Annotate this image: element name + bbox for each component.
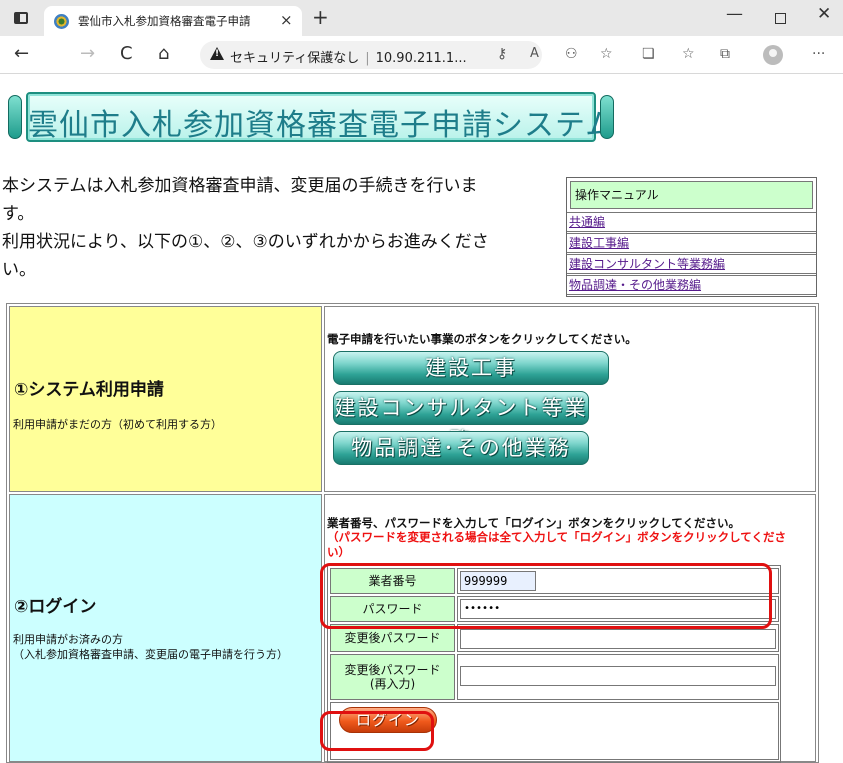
window-maximize-button[interactable] bbox=[775, 13, 786, 24]
section2-warning: （パスワードを変更される場合は全て入力して「ログイン」ボタンをクリックしてくださ… bbox=[327, 530, 786, 559]
favorites-icon[interactable]: ☆ bbox=[682, 46, 695, 62]
vendor-number-input[interactable]: 999999 bbox=[460, 571, 536, 591]
new-password-confirm-row: 変更後パスワード (再入力) bbox=[330, 654, 779, 700]
more-menu-icon[interactable]: ··· bbox=[812, 46, 825, 62]
site-favicon-icon bbox=[54, 14, 69, 29]
password-row: パスワード •••••• bbox=[330, 596, 779, 622]
security-status[interactable]: セキュリティ保護なし bbox=[230, 51, 359, 66]
page-content: 雲仙市入札参加資格審査電子申請システム 本システムは入札参加資格審査申請、変更届… bbox=[0, 75, 843, 763]
profile-avatar[interactable] bbox=[763, 45, 783, 65]
section1-instruction: 電子申請を行いたい事業のボタンをクリックしてください。 bbox=[327, 332, 637, 346]
browser-tab-bar: 雲仙市入札参加資格審査電子申請 × + — ✕ bbox=[0, 0, 843, 36]
main-table: ①システム利用申請 利用申請がまだの方（初めて利用する方） 電子申請を行いたい事… bbox=[6, 303, 819, 763]
section2-instruction: 業者番号、パスワードを入力して「ログイン」ボタンをクリックしてください。 bbox=[327, 516, 740, 530]
intro-text: 本システムは入札参加資格審査申請、変更届の手続きを行いま す。 利用状況により、… bbox=[2, 176, 489, 280]
back-button[interactable]: ← bbox=[14, 43, 29, 65]
vendor-number-label: 業者番号 bbox=[330, 568, 455, 594]
section2-desc-2: （入札参加資格審査申請、変更届の電子申請を行う方） bbox=[13, 648, 288, 661]
apply-consultant-button[interactable]: 建設コンサルタント等業務 bbox=[333, 391, 589, 452]
manual-link-construction[interactable]: 建設工事編 bbox=[567, 233, 816, 253]
manual-link-goods[interactable]: 物品調達・その他業務編 bbox=[567, 275, 816, 295]
tab-close-icon[interactable]: × bbox=[280, 11, 293, 29]
apply-construction-button[interactable]: 建設工事 bbox=[333, 351, 609, 385]
window-close-button[interactable]: ✕ bbox=[817, 4, 831, 24]
window-minimize-button[interactable]: — bbox=[726, 4, 743, 24]
section2-desc-1: 利用申請がお済みの方 bbox=[13, 633, 123, 646]
page-title: 雲仙市入札参加資格審査電子申請システム bbox=[28, 108, 617, 143]
section1-title: ①システム利用申請 bbox=[14, 380, 164, 400]
forward-button[interactable]: → bbox=[80, 43, 95, 65]
reload-button[interactable]: C bbox=[120, 43, 133, 65]
vendor-number-row: 業者番号 999999 bbox=[330, 568, 779, 594]
new-password-row: 変更後パスワード bbox=[330, 624, 779, 652]
section1-desc: 利用申請がまだの方（初めて利用する方） bbox=[13, 418, 222, 431]
apply-goods-button[interactable]: 物品調達･その他業務 bbox=[333, 431, 589, 465]
manual-link-consultant[interactable]: 建設コンサルタント等業務編 bbox=[567, 254, 816, 274]
read-aloud-icon[interactable]: A bbox=[530, 46, 539, 61]
favorites-add-icon[interactable]: ☆ bbox=[600, 46, 613, 62]
home-button[interactable]: ⌂ bbox=[158, 43, 169, 65]
manual-box: 操作マニュアル 共通編 建設工事編 建設コンサルタント等業務編 物品調達・その他… bbox=[566, 177, 817, 297]
new-password-confirm-label: 変更後パスワード (再入力) bbox=[330, 654, 455, 700]
new-password-input[interactable] bbox=[460, 629, 776, 649]
address-bar[interactable]: セキュリティ保護なし|10.90.211.1... bbox=[200, 41, 542, 69]
section1-label-cell: ①システム利用申請 利用申請がまだの方（初めて利用する方） bbox=[9, 306, 322, 492]
new-password-confirm-input[interactable] bbox=[460, 666, 776, 686]
login-button-row: ログイン bbox=[330, 702, 779, 760]
key-icon[interactable]: ⚷ bbox=[497, 46, 507, 62]
new-tab-button[interactable]: + bbox=[312, 5, 329, 29]
manual-link-common[interactable]: 共通編 bbox=[567, 212, 816, 232]
browser-toolbar: ← → C ⌂ セキュリティ保護なし|10.90.211.1... ⚷ A ⚇ … bbox=[0, 36, 843, 74]
url-text[interactable]: 10.90.211.1... bbox=[376, 51, 467, 66]
extensions-icon[interactable]: ❏ bbox=[642, 46, 655, 62]
login-button[interactable]: ログイン bbox=[339, 707, 437, 733]
browser-tab[interactable]: 雲仙市入札参加資格審査電子申請 × bbox=[44, 6, 302, 36]
login-form: 業者番号 999999 パスワード •••••• 変更後パスワード 変更後パスワ… bbox=[327, 565, 781, 763]
profile-switch-icon[interactable]: ⚇ bbox=[565, 46, 578, 62]
tab-actions-icon[interactable] bbox=[14, 12, 28, 24]
tab-title: 雲仙市入札参加資格審査電子申請 bbox=[78, 14, 251, 28]
section2-label-cell: ②ログイン 利用申請がお済みの方 （入札参加資格審査申請、変更届の電子申請を行う… bbox=[9, 494, 322, 762]
section2-title: ②ログイン bbox=[14, 597, 97, 617]
password-input[interactable]: •••••• bbox=[460, 599, 776, 619]
password-label: パスワード bbox=[330, 596, 455, 622]
collections-icon[interactable]: ⧉ bbox=[720, 46, 730, 62]
manual-header: 操作マニュアル bbox=[570, 181, 813, 209]
system-banner: 雲仙市入札参加資格審査電子申請システム bbox=[8, 92, 618, 143]
warning-icon[interactable] bbox=[210, 47, 224, 60]
section1-content-cell: 電子申請を行いたい事業のボタンをクリックしてください。 建設工事 建設コンサルタ… bbox=[324, 306, 816, 492]
section2-content-cell: 業者番号、パスワードを入力して「ログイン」ボタンをクリックしてください。 （パス… bbox=[324, 494, 816, 763]
new-password-label: 変更後パスワード bbox=[330, 624, 455, 652]
